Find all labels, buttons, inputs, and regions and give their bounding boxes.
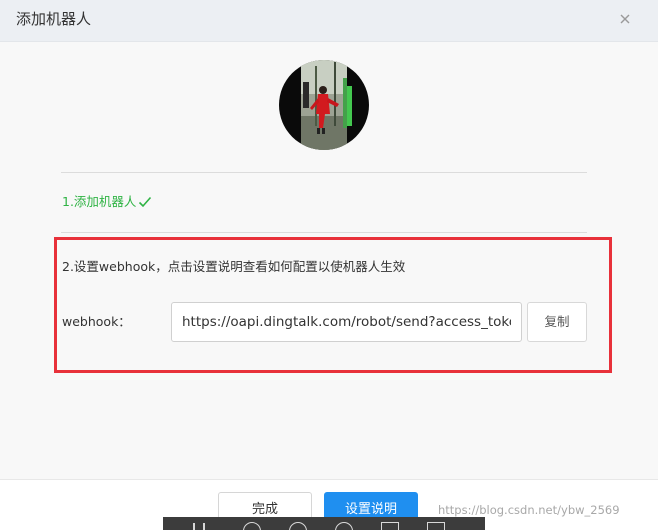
avatar-image <box>279 60 369 150</box>
csdn-watermark: https://blog.csdn.net/ybw_2569 <box>438 503 620 517</box>
webhook-url-input[interactable] <box>171 302 522 342</box>
media-circle-icon[interactable] <box>335 522 353 530</box>
media-tick-icon <box>203 523 205 530</box>
divider-top <box>61 172 587 173</box>
dialog-title: 添加机器人 <box>16 10 92 28</box>
media-square-icon[interactable] <box>381 522 399 530</box>
step2-instruction: 2.设置webhook，点击设置说明查看如何配置以使机器人生效 <box>62 259 406 274</box>
dialog-title-bar: 添加机器人 <box>0 0 658 42</box>
media-toolbar <box>163 517 485 530</box>
media-circle-icon[interactable] <box>243 522 261 530</box>
copy-button[interactable]: 复制 <box>527 302 587 342</box>
close-button[interactable] <box>614 8 636 30</box>
step1-label: 1.添加机器人 <box>62 194 137 209</box>
step1-status: 1.添加机器人 <box>62 193 152 211</box>
media-tick-icon <box>193 523 195 530</box>
check-icon <box>139 196 152 208</box>
close-icon <box>620 14 630 24</box>
webhook-label: webhook： <box>62 314 131 329</box>
media-circle-icon[interactable] <box>289 522 307 530</box>
add-robot-dialog: 添加机器人 1.添加机器人 2.设置webhook，点击设置说明查看如何配置以使… <box>0 0 658 531</box>
robot-avatar <box>279 60 369 150</box>
divider-middle <box>61 232 587 233</box>
media-square-icon[interactable] <box>427 522 445 530</box>
